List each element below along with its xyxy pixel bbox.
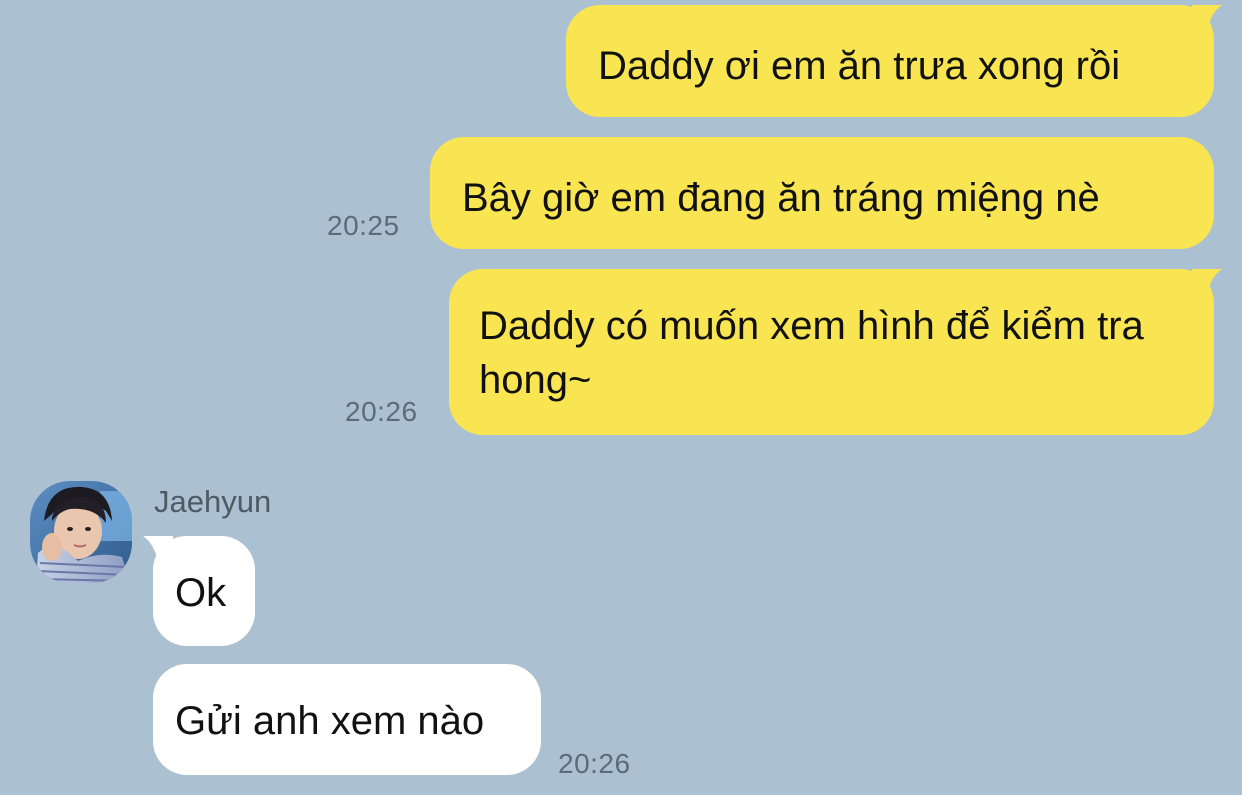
message-timestamp: 20:26 xyxy=(558,748,631,779)
message-text: Daddy ơi em ăn trưa xong rồi xyxy=(598,44,1121,88)
message-text: Bây giờ em đang ăn tráng miệng nè xyxy=(462,176,1100,220)
outgoing-message-bubble[interactable]: Daddy có muốn xem hình để kiểm tra hong~ xyxy=(449,269,1214,435)
message-timestamp: 20:25 xyxy=(327,210,400,241)
outgoing-message-bubble[interactable]: Bây giờ em đang ăn tráng miệng nè xyxy=(430,137,1214,249)
message-timestamp: 20:26 xyxy=(345,396,418,427)
profile-photo-icon xyxy=(30,481,132,583)
sender-name: Jaehyun xyxy=(154,484,272,519)
message-text: Daddy có muốn xem hình để kiểm tra hong~ xyxy=(479,304,1144,402)
chat-area: Daddy ơi em ăn trưa xong rồi Bây giờ em … xyxy=(0,0,1242,795)
bubble-tail-icon xyxy=(1192,5,1222,35)
incoming-message-bubble[interactable]: Gửi anh xem nào xyxy=(153,664,541,775)
bubble-tail-icon xyxy=(143,536,173,566)
message-text: Gửi anh xem nào xyxy=(175,699,485,743)
outgoing-message-bubble[interactable]: Daddy ơi em ăn trưa xong rồi xyxy=(566,5,1214,117)
bubble-tail-icon xyxy=(1192,269,1222,299)
avatar[interactable] xyxy=(30,481,132,583)
message-text: Ok xyxy=(175,571,227,615)
